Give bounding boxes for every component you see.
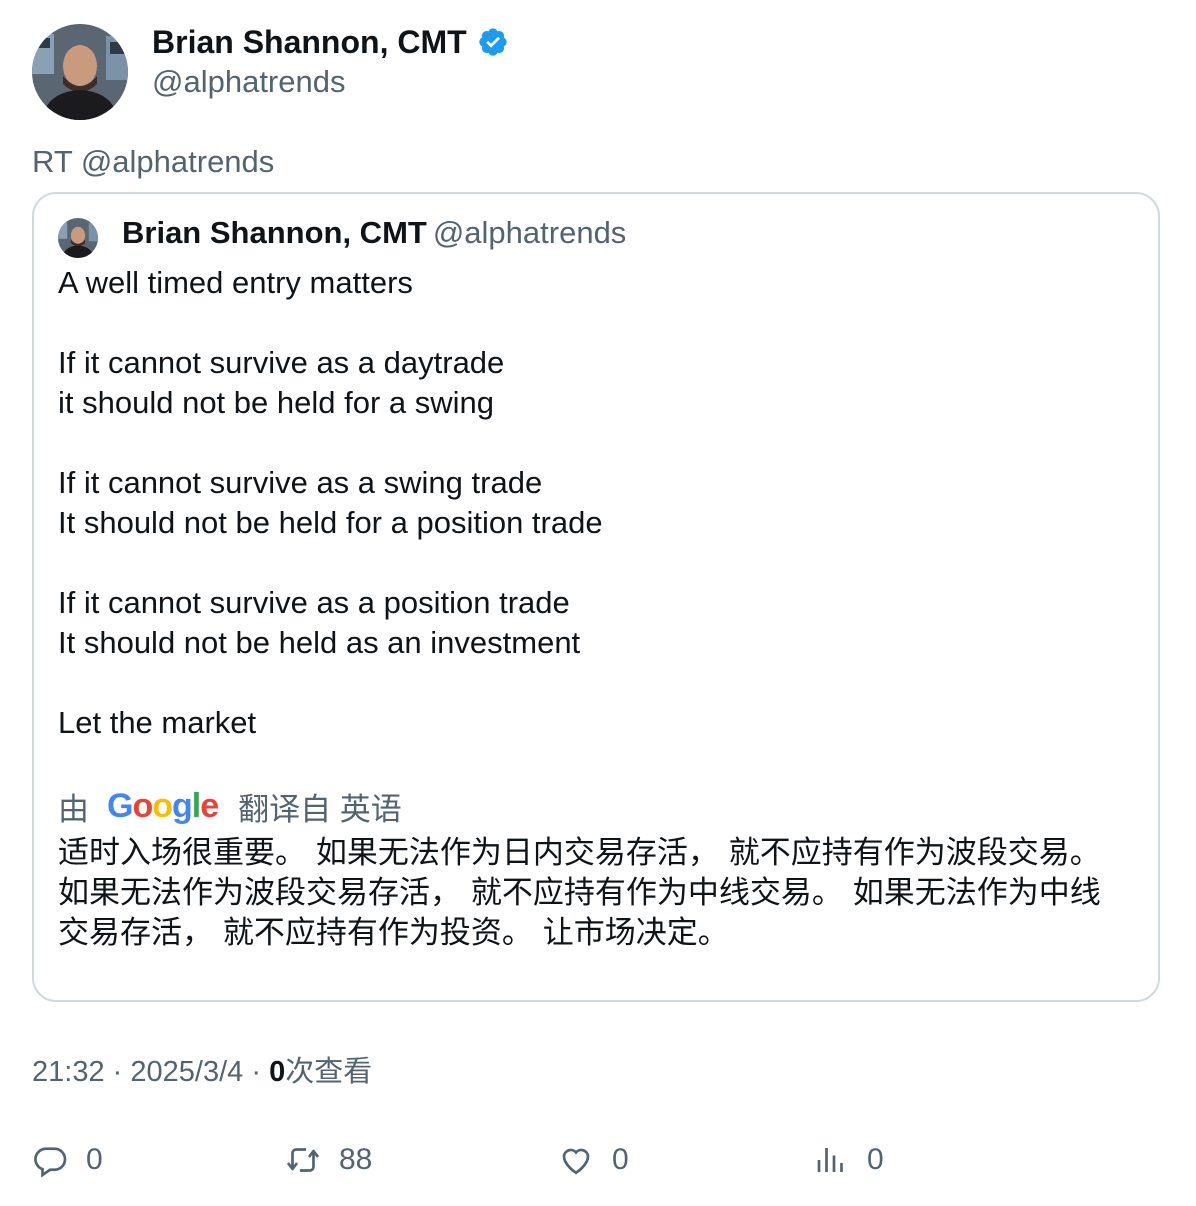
quoted-text-line: it should not be held for a swing [58, 385, 494, 420]
author-name-text: Brian Shannon, CMT [152, 24, 467, 60]
translated-text-line: 如果无法作为波段交易存活， 就不应持有作为中线交易。 如果无法作为中线 [58, 875, 1101, 911]
quoted-text-line: It should not be held as an investment [58, 625, 581, 660]
meta-separator: · [112, 1056, 123, 1088]
retweet-count: 88 [339, 1143, 373, 1176]
translation-suffix: 翻译自 英语 [238, 791, 402, 827]
translated-text-line: 适时入场很重要。 如果无法作为日内交易存活， 就不应持有作为波段交易。 [58, 835, 1101, 871]
quoted-author-avatar[interactable] [58, 218, 98, 258]
quoted-author-name: Brian Shannon, CMT [122, 215, 427, 250]
verified-badge-icon [478, 28, 507, 56]
meta-separator: · [251, 1056, 261, 1088]
quoted-text-line: Let the market [58, 705, 257, 740]
heart-icon [562, 1148, 590, 1175]
tweet-meta: 21:32 · 2025/3/4 · 0次查看 [32, 1052, 372, 1092]
retweet-button[interactable]: 88 [285, 1138, 372, 1182]
quoted-author-header[interactable]: Brian Shannon, CMT @alphatrends [122, 213, 626, 253]
quoted-text-line: If it cannot survive as a daytrade [58, 345, 505, 380]
author-name[interactable]: Brian Shannon, CMT [152, 22, 509, 62]
reply-icon [34, 1147, 67, 1178]
views-action-count: 0 [867, 1143, 884, 1176]
translation-prefix: 由 [58, 791, 89, 827]
quoted-text-line: If it cannot survive as a swing trade [58, 465, 543, 500]
quoted-author-handle: @alphatrends [432, 215, 627, 250]
tweet-date[interactable]: 2025/3/4 [130, 1056, 243, 1088]
retweet-icon [286, 1148, 320, 1172]
quoted-text-line: A well timed entry matters [58, 265, 413, 300]
like-count: 0 [612, 1143, 629, 1176]
translation-attribution[interactable]: 由 Google 翻译自 英语 [58, 783, 402, 829]
quoted-text-line: If it cannot survive as a position trade [58, 585, 570, 620]
views-label: 次查看 [285, 1056, 373, 1088]
analytics-icon [817, 1148, 843, 1172]
author-avatar[interactable] [32, 24, 128, 120]
retweet-label: RT @alphatrends [32, 144, 275, 179]
google-logo: Google [107, 786, 219, 825]
quoted-text-line: It should not be held for a position tra… [58, 505, 603, 540]
translated-text-line: 交易存活， 就不应持有作为投资。 让市场决定。 [58, 915, 729, 951]
like-button[interactable]: 0 [558, 1138, 629, 1182]
author-handle[interactable]: @alphatrends [152, 62, 345, 102]
reply-count: 0 [86, 1143, 103, 1176]
tweet-time[interactable]: 21:32 [32, 1056, 105, 1088]
views-button[interactable]: 0 [813, 1138, 884, 1182]
reply-button[interactable]: 0 [32, 1138, 103, 1182]
views-count: 0 [269, 1056, 286, 1088]
